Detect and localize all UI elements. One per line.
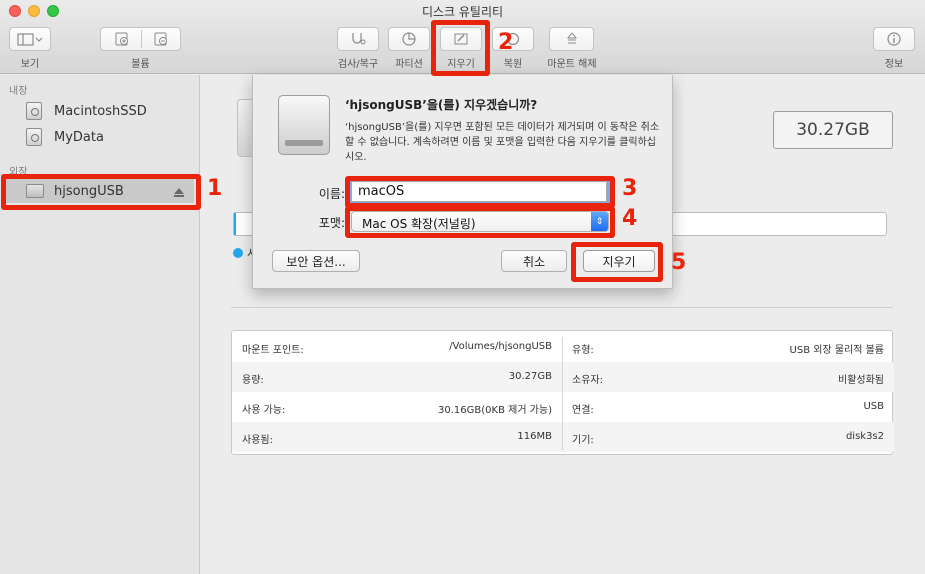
volume-label: 볼륨: [131, 59, 150, 70]
add-volume-icon: [115, 32, 128, 46]
partition-button[interactable]: [388, 27, 430, 51]
callout-box-3: [345, 176, 615, 208]
segment-divider: [141, 30, 142, 48]
sidebar-item-mydata[interactable]: MyData: [26, 126, 104, 148]
info-value: disk3s2: [845, 431, 884, 442]
table-row: 용량: 30.27GB 소유자: 비활성화됨: [232, 362, 894, 392]
sidebar-item-label: MacintoshSSD: [54, 103, 147, 119]
info-value: /Volumes/hjsongUSB: [449, 341, 552, 352]
disk-utility-window: 디스크 유틸리티 보기 볼륨 검사/복구 파티션 지우기 복원 마운트 해제 정…: [0, 0, 925, 574]
info-value: 30.27GB: [508, 371, 552, 382]
divider: [231, 307, 893, 308]
name-field-label: 이름:: [318, 187, 345, 201]
info-button[interactable]: [873, 27, 915, 51]
unmount-label: 마운트 해제: [547, 59, 597, 70]
sidebar-toggle-icon: [17, 33, 43, 46]
info-icon: [887, 32, 901, 46]
info-value: 30.16GB(0KB 제거 가능): [438, 405, 552, 416]
table-row: 사용 가능: 30.16GB(0KB 제거 가능) 연결: USB: [232, 392, 894, 422]
sidebar-header-internal: 내장: [9, 86, 28, 97]
info-value: USB: [863, 401, 884, 412]
callout-box-2: [431, 20, 490, 76]
info-label: 정보: [884, 59, 904, 70]
info-key: 마운트 포인트:: [242, 345, 304, 356]
first-aid-button[interactable]: [337, 27, 379, 51]
usage-bar-fill: [234, 213, 236, 235]
callout-number-2: 2: [498, 30, 514, 55]
dialog-title: ‘hjsongUSB’을(를) 지우겠습니까?: [345, 98, 538, 112]
format-field-label: 포맷:: [318, 216, 345, 230]
cancel-button[interactable]: 취소: [501, 250, 567, 272]
external-disk-icon: [278, 95, 330, 155]
partition-label: 파티션: [395, 59, 423, 70]
restore-label: 복원: [503, 59, 523, 70]
callout-box-1: [1, 174, 201, 210]
info-table: 마운트 포인트: /Volumes/hjsongUSB 유형: USB 외장 물…: [231, 330, 894, 455]
info-key: 연결:: [572, 405, 594, 416]
callout-number-4: 4: [622, 206, 638, 231]
column-divider: [562, 337, 563, 450]
view-button[interactable]: [9, 27, 51, 51]
used-legend-dot: [233, 248, 243, 258]
first-aid-label: 검사/복구: [337, 59, 379, 70]
sidebar-item-macintoshssd[interactable]: MacintoshSSD: [26, 100, 147, 122]
dialog-message: ‘hjsongUSB’을(를) 지우면 포함된 모든 데이터가 제거되며 이 동…: [345, 122, 660, 163]
info-value: 116MB: [517, 431, 552, 442]
unmount-icon: [566, 32, 577, 44]
callout-number-3: 3: [622, 176, 638, 201]
internal-disk-icon: [26, 128, 42, 146]
info-key: 용량:: [242, 375, 264, 386]
security-options-button[interactable]: 보안 옵션...: [272, 250, 360, 272]
callout-box-4: [345, 206, 615, 238]
info-key: 기기:: [572, 435, 594, 446]
info-key: 유형:: [572, 345, 594, 356]
callout-box-5: [571, 242, 663, 282]
view-label: 보기: [20, 59, 40, 70]
info-value: 비활성화됨: [838, 375, 884, 386]
info-key: 사용됨:: [242, 435, 273, 446]
volume-segmented-control[interactable]: [100, 27, 181, 51]
table-row: 사용됨: 116MB 기기: disk3s2: [232, 422, 894, 452]
sidebar-item-label: MyData: [54, 129, 104, 145]
sidebar: 내장 MacintoshSSD MyData 외장 hjsongUSB: [0, 75, 200, 574]
stethoscope-icon: [352, 33, 366, 45]
internal-disk-icon: [26, 102, 42, 120]
pie-partition-icon: [402, 32, 416, 46]
window-title: 디스크 유틸리티: [421, 5, 504, 19]
remove-volume-icon: [154, 32, 167, 46]
info-value: USB 외장 물리적 볼륨: [789, 345, 884, 356]
info-key: 사용 가능:: [242, 405, 286, 416]
callout-number-1: 1: [207, 176, 223, 201]
callout-number-5: 5: [671, 250, 687, 275]
table-row: 마운트 포인트: /Volumes/hjsongUSB 유형: USB 외장 물…: [232, 332, 894, 362]
info-key: 소유자:: [572, 375, 603, 386]
capacity-badge: 30.27GB: [773, 111, 893, 149]
unmount-button[interactable]: [549, 27, 594, 51]
